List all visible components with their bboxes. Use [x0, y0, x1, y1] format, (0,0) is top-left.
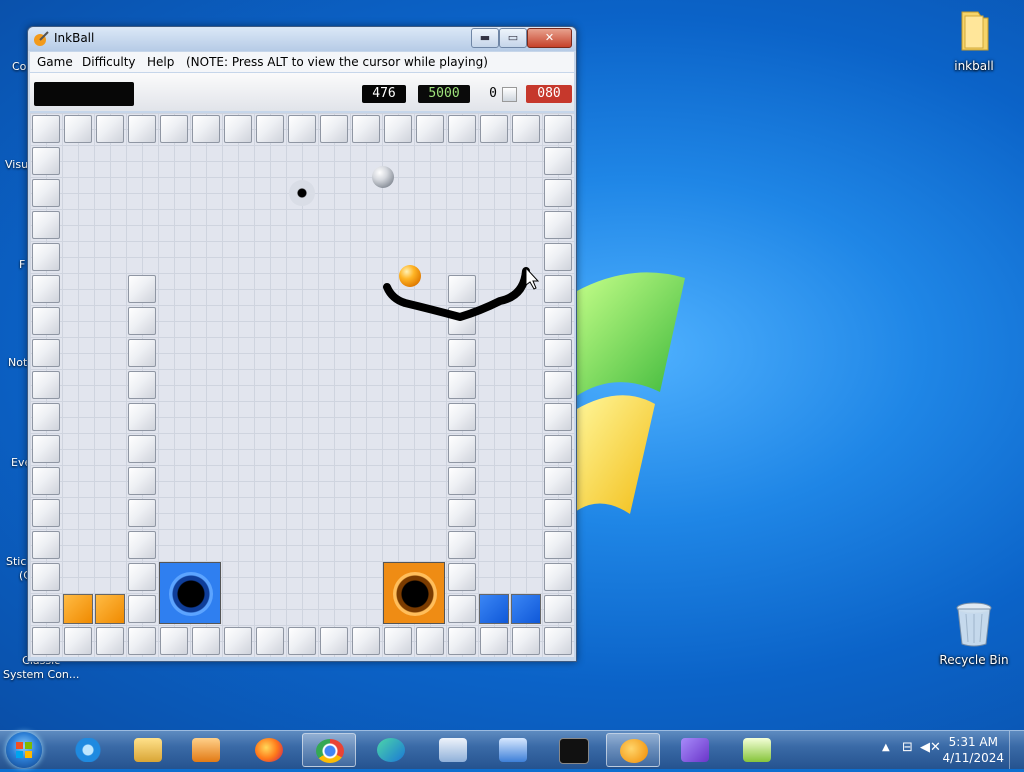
orange-brick — [63, 594, 93, 624]
inkball-app-icon — [620, 739, 648, 763]
taskbar-chrome[interactable] — [302, 733, 356, 767]
hole-ring — [169, 572, 213, 616]
volume-muted-icon[interactable]: ◀✕ — [920, 740, 941, 755]
maximize-button[interactable]: ▭ — [499, 28, 527, 48]
game-board[interactable] — [30, 113, 574, 657]
desktop-icon-label: inkball — [954, 59, 994, 73]
ink-indicator — [34, 82, 134, 106]
system-tray: ▲ ⊟ ◀✕ 5:31 AM 4/11/2024 — [874, 731, 1024, 769]
taskbar-visual-studio[interactable] — [668, 733, 722, 767]
taskbar-command-prompt[interactable] — [546, 733, 600, 767]
taskbar-remote-desktop[interactable] — [426, 733, 480, 767]
show-hidden-icons-arrow[interactable]: ▲ — [882, 742, 890, 753]
desktop-icon-inkball[interactable]: inkball — [937, 8, 1011, 73]
orange-brick — [95, 594, 125, 624]
taskbar-media-player[interactable] — [179, 733, 233, 767]
menu-bar: Game Difficulty Help (NOTE: Press ALT to… — [30, 52, 574, 72]
desktop-icon-label-clipped[interactable]: Visu — [5, 158, 28, 171]
windows-start-icon — [16, 742, 32, 758]
taskbar-edge[interactable] — [364, 733, 418, 767]
blue-brick — [511, 594, 541, 624]
desktop-icon-label-clipped[interactable]: Stic — [6, 555, 26, 568]
start-button[interactable] — [6, 732, 42, 768]
menu-game[interactable]: Game — [37, 55, 73, 69]
taskbar-internet-explorer[interactable] — [61, 733, 115, 767]
balls-count: 0 — [489, 86, 497, 101]
alt-cursor-note: (NOTE: Press ALT to view the cursor whil… — [186, 55, 488, 69]
visual-studio-icon — [681, 738, 709, 762]
clock-time[interactable]: 5:31 AM — [949, 735, 998, 749]
taskbar-inkball[interactable] — [606, 733, 660, 767]
desktop-icon-label-clipped[interactable]: Not — [8, 356, 27, 369]
notepad-plus-icon — [743, 738, 771, 762]
edge-icon — [377, 738, 405, 762]
timer-display: 080 — [526, 85, 572, 103]
blue-goal-hole — [159, 562, 221, 624]
network-icon[interactable]: ⊟ — [902, 740, 913, 755]
media-player-icon — [192, 738, 220, 762]
taskbar: ▲ ⊟ ◀✕ 5:31 AM 4/11/2024 — [0, 730, 1024, 769]
ball-count-icon — [502, 87, 517, 102]
windows-logo-wallpaper — [575, 272, 685, 514]
menu-help[interactable]: Help — [147, 55, 174, 69]
desktop-icon-label: Recycle Bin — [939, 653, 1009, 667]
remote-desktop-icon — [439, 738, 467, 762]
recycle-bin-icon — [956, 602, 992, 647]
folder-icon — [961, 11, 989, 51]
taskbar-network-tool[interactable] — [486, 733, 540, 767]
internet-explorer-icon — [74, 738, 102, 762]
minimize-button[interactable]: ▬ — [471, 28, 499, 48]
close-button[interactable]: ✕ — [527, 28, 572, 48]
score-display: 476 — [362, 85, 406, 103]
window-title: InkBall — [54, 31, 95, 45]
desktop-icon-label-clipped[interactable]: Co — [12, 60, 26, 73]
desktop-icon-label-clipped[interactable]: F — [19, 258, 25, 271]
taskbar-file-explorer[interactable] — [121, 733, 175, 767]
menu-difficulty[interactable]: Difficulty — [82, 55, 136, 69]
clock-date[interactable]: 4/11/2024 — [942, 751, 1004, 765]
blue-brick — [479, 594, 509, 624]
show-desktop-button[interactable] — [1009, 731, 1024, 769]
chrome-icon — [316, 739, 344, 763]
target-score-display: 5000 — [418, 85, 470, 103]
orange-goal-hole — [383, 562, 445, 624]
folder-icon — [134, 738, 162, 762]
firefox-icon — [255, 738, 283, 762]
ink-stroke — [383, 266, 540, 321]
desktop-icon-recycle-bin[interactable]: Recycle Bin — [937, 600, 1011, 667]
inkball-app-icon — [34, 31, 49, 46]
hole-ring — [393, 572, 437, 616]
title-bar[interactable]: InkBall ▬ ▭ ✕ — [28, 27, 576, 51]
taskbar-notepad-plus[interactable] — [730, 733, 784, 767]
taskbar-firefox[interactable] — [242, 733, 296, 767]
inkball-window: InkBall ▬ ▭ ✕ Game Difficulty Help (NOTE… — [27, 26, 577, 662]
command-prompt-icon — [559, 738, 589, 764]
network-tool-icon — [499, 738, 527, 762]
score-bar: 476 5000 0 080 — [30, 73, 574, 111]
